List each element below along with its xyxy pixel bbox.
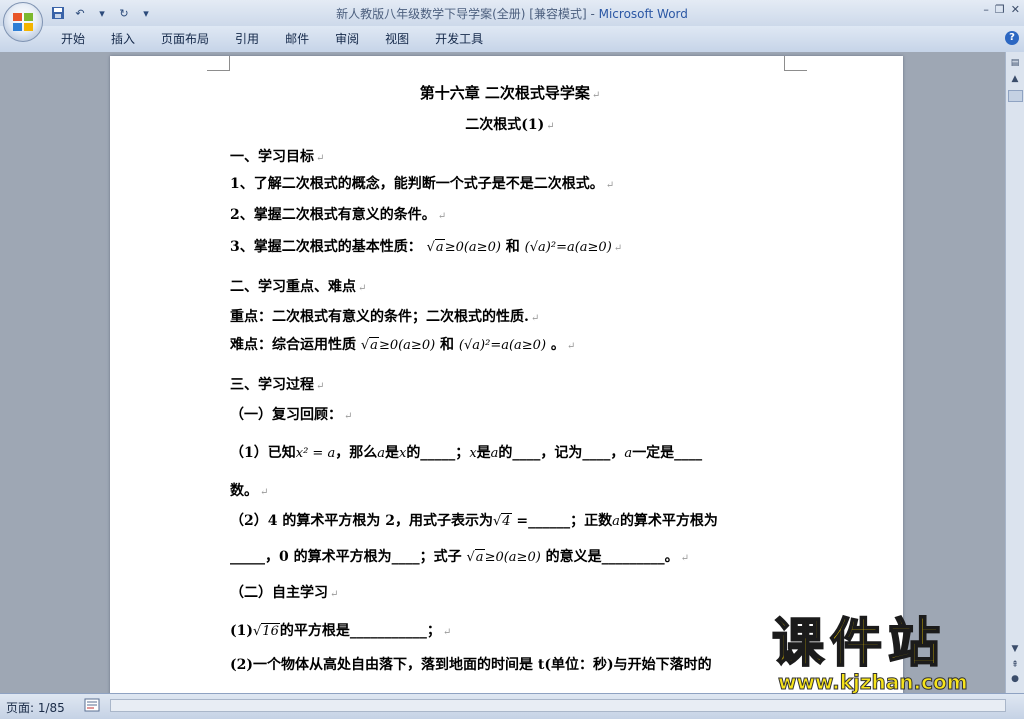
- title-separator: -: [586, 7, 599, 21]
- scroll-thumb[interactable]: [1008, 90, 1023, 102]
- goal-1: 1、了解二次根式的概念，能判断一个式子是不是二次根式。 ↵: [230, 176, 615, 192]
- section-title: 二次根式(1) ↵: [465, 117, 555, 133]
- title-bar: ↶ ▾ ↻ ▾ 新人教版八年级数学下导学案(全册) [兼容模式] - Micro…: [0, 0, 1024, 26]
- question-1: （1）已知x² = a，那么a是x的_____；x是a的____，记为____，…: [230, 445, 703, 461]
- heading-goals: 一、学习目标 ↵: [230, 149, 325, 165]
- minimize-icon[interactable]: –: [983, 3, 989, 16]
- close-icon[interactable]: ✕: [1011, 3, 1020, 16]
- app-name: Microsoft Word: [598, 7, 688, 21]
- self-study-1: (1)√16的平方根是___________； ↵: [230, 623, 452, 639]
- formula-sqrt-a-squared: (√a)²=a(a≥0): [524, 240, 612, 255]
- scroll-up-icon[interactable]: ▲: [1008, 72, 1022, 86]
- margin-corner-mark: [784, 56, 807, 71]
- window-title: 新人教版八年级数学下导学案(全册) [兼容模式] - Microsoft Wor…: [0, 5, 1024, 22]
- office-logo-icon: [13, 13, 33, 31]
- status-bar: 页面: 1/85: [0, 693, 1024, 719]
- formula-sqrt-a-squared: (√a)²=a(a≥0): [458, 338, 547, 353]
- question-1-end: 数。 ↵: [230, 483, 269, 499]
- formula-sqrt-a-nonneg: √a≥0(a≥0): [360, 337, 436, 353]
- goal-3: 3、掌握二次根式的基本性质： √a≥0(a≥0) 和 (√a)²=a(a≥0) ↵: [230, 239, 623, 255]
- tab-developer[interactable]: 开发工具: [422, 31, 496, 47]
- watermark-text: 课件站: [771, 613, 947, 675]
- tab-references[interactable]: 引用: [222, 31, 272, 47]
- tab-page-layout[interactable]: 页面布局: [148, 31, 222, 47]
- horizontal-scrollbar[interactable]: [110, 699, 1006, 712]
- help-icon[interactable]: ?: [1005, 31, 1019, 45]
- document-name: 新人教版八年级数学下导学案(全册) [兼容模式]: [336, 7, 587, 21]
- margin-corner-mark: [207, 56, 230, 71]
- subheading-self-study: （二）自主学习 ↵: [230, 585, 339, 601]
- watermark-logo: 课件站 www.kjzhan.com: [771, 613, 1012, 695]
- vertical-scrollbar[interactable]: ▤ ▲ ▼ ⇞ ●: [1005, 52, 1024, 693]
- proofing-icon[interactable]: [84, 698, 100, 712]
- question-2-line-2: _____，0 的算术平方根为____；式子 √a≥0(a≥0) 的意义是___…: [230, 549, 690, 565]
- subheading-review: （一）复习回顾： ↵: [230, 407, 353, 423]
- formula-sqrt-a-nonneg: √a≥0(a≥0): [426, 239, 501, 255]
- key-point: 重点：二次根式有意义的条件；二次根式的性质. ↵: [230, 309, 540, 325]
- office-button[interactable]: [3, 2, 43, 42]
- tab-review[interactable]: 审阅: [322, 31, 372, 47]
- goal-2: 2、掌握二次根式有意义的条件。 ↵: [230, 207, 447, 223]
- chapter-title: 第十六章 二次根式导学案 ↵: [419, 84, 601, 102]
- heading-key-points: 二、学习重点、难点 ↵: [230, 279, 367, 295]
- document-workspace[interactable]: 第十六章 二次根式导学案 ↵ 二次根式(1) ↵ 一、学习目标 ↵ 1、了解二次根式的…: [0, 52, 1006, 693]
- ribbon-tab-bar: 开始 插入 页面布局 引用 邮件 审阅 视图 开发工具 ?: [0, 26, 1024, 53]
- tab-mailings[interactable]: 邮件: [272, 31, 322, 47]
- difficulty: 难点：综合运用性质 √a≥0(a≥0) 和 (√a)²=a(a≥0) 。 ↵: [230, 337, 576, 353]
- tab-home[interactable]: 开始: [48, 31, 98, 47]
- tab-insert[interactable]: 插入: [98, 31, 148, 47]
- self-study-2: (2)一个物体从高处自由落下，落到地面的时间是 t(单位：秒)与开始下落时的: [230, 657, 712, 673]
- window-controls: – ❐ ✕: [983, 3, 1020, 16]
- page-counter[interactable]: 页面: 1/85: [6, 699, 65, 716]
- ruler-toggle-icon[interactable]: ▤: [1008, 56, 1022, 70]
- tab-view[interactable]: 视图: [372, 31, 422, 47]
- question-2: （2）4 的算术平方根为 2，用式子表示为√4 =______；正数a的算术平方…: [230, 513, 718, 529]
- heading-process: 三、学习过程 ↵: [230, 377, 325, 393]
- document-page[interactable]: 第十六章 二次根式导学案 ↵ 二次根式(1) ↵ 一、学习目标 ↵ 1、了解二次根式的…: [110, 56, 903, 693]
- watermark-url: www.kjzhan.com: [778, 670, 969, 695]
- restore-icon[interactable]: ❐: [995, 3, 1005, 16]
